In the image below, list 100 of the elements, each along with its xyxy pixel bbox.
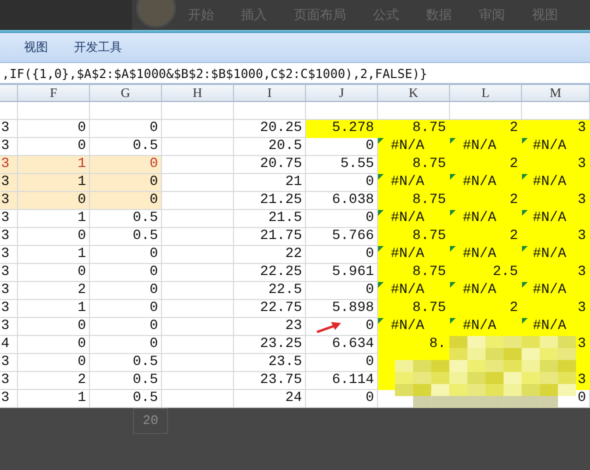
cell-text: #N/A	[390, 318, 424, 334]
cell-text: 3	[578, 264, 586, 280]
cell-text: 0	[78, 192, 86, 208]
cell-text: 0	[150, 156, 158, 172]
cell-text: 0.5	[132, 138, 158, 154]
cell-text: 1	[78, 246, 86, 262]
cell-text: 0	[78, 336, 86, 352]
cell-text: 0	[578, 390, 586, 406]
cell-text: 20.25	[260, 120, 302, 136]
cell-text: 1	[78, 210, 86, 226]
table-cell	[162, 102, 234, 120]
cell-text: #N/A	[532, 138, 566, 154]
cell-text: 3	[578, 192, 586, 208]
cell-text: #N/A	[462, 246, 496, 262]
cell-text: 3	[1, 192, 10, 208]
cell-text: #N/A	[532, 282, 566, 298]
cell-text: 2	[510, 228, 518, 244]
cell-text: 1	[78, 300, 86, 316]
cell-text: 6.634	[332, 336, 374, 352]
column-header[interactable]: H	[162, 85, 234, 102]
cell-text: 6.038	[332, 192, 374, 208]
cell-text: 5.961	[332, 264, 374, 280]
row-label: 20	[133, 408, 168, 434]
column-header[interactable]: K	[378, 85, 450, 102]
cell-text: #N/A	[462, 318, 496, 334]
cell-text: 22	[285, 246, 302, 262]
ribbon-tab[interactable]: 视图	[24, 39, 48, 56]
cell-text: 3	[1, 138, 10, 154]
cell-text: 3	[1, 174, 10, 190]
cell-text: #N/A	[390, 282, 424, 298]
ribbon-tab[interactable]: 开发工具	[74, 39, 122, 56]
cell-text: #N/A	[462, 282, 496, 298]
cell-text: 8.75	[412, 120, 446, 136]
cell-text: 8.75	[412, 300, 446, 316]
cell-text: 23	[285, 318, 302, 334]
column-header[interactable]: F	[18, 85, 90, 102]
cell-text: #N/A	[532, 246, 566, 262]
cell-text: 2	[510, 156, 518, 172]
cell-text: 3	[1, 264, 10, 280]
cell-text: 3	[578, 300, 586, 316]
cell-text: 8.75	[412, 228, 446, 244]
column-header[interactable]: J	[306, 85, 378, 102]
cell-text: 0	[150, 192, 158, 208]
cell-text: 3	[578, 156, 586, 172]
formula-text: ,IF({1,0},$A$2:$A$1000&$B$2:$B$1000,C$2:C$1000),2,FALSE)}	[2, 66, 428, 80]
cell-text: 5.55	[340, 156, 374, 172]
cell-text: 0	[366, 210, 374, 226]
cell-text: 3	[1, 354, 10, 370]
cell-text: 0.5	[132, 228, 158, 244]
cell-text: 0	[150, 300, 158, 316]
cell-text: 0	[78, 228, 86, 244]
cell-text: 3	[1, 372, 10, 388]
cell-text: 3	[1, 318, 10, 334]
cell-text: 0	[78, 264, 86, 280]
cell-text: 8.75	[412, 192, 446, 208]
cell-text: 0	[150, 282, 158, 298]
cell-text: #N/A	[532, 174, 566, 190]
cell-text: 0	[366, 282, 374, 298]
cell-text: 0	[150, 174, 158, 190]
cell-text: 6.114	[332, 372, 374, 388]
cell-text: 8.75	[412, 264, 446, 280]
table-cell	[450, 102, 522, 120]
cell-text: #N/A	[390, 246, 424, 262]
cell-text: 3	[1, 390, 10, 406]
cell-text: 2	[510, 192, 518, 208]
arrow-annotation	[316, 321, 342, 334]
cell-text: 21.25	[260, 192, 302, 208]
cell-text: #N/A	[390, 210, 424, 226]
column-header[interactable]: I	[234, 85, 306, 102]
cell-text: 0	[150, 120, 158, 136]
cell-text: 0	[78, 318, 86, 334]
cell-text: 3	[578, 372, 586, 388]
cell-text: 3	[1, 156, 10, 172]
column-header[interactable]: G	[90, 85, 162, 102]
cell-text: #N/A	[390, 174, 424, 190]
cell-text: 3	[1, 282, 10, 298]
cell-text: 23.75	[260, 372, 302, 388]
cell-text: 0	[366, 174, 374, 190]
cell-text: 0	[78, 120, 86, 136]
column-header[interactable]: M	[522, 85, 590, 102]
cell-text: 0	[366, 246, 374, 262]
cell-text: 21	[285, 174, 302, 190]
cell-text: 0	[78, 354, 86, 370]
cell-text: 0.5	[132, 390, 158, 406]
table-cell	[306, 102, 378, 120]
cell-text: 1	[78, 390, 86, 406]
column-header[interactable]: L	[450, 85, 522, 102]
cell-text: 8.75	[412, 156, 446, 172]
formula-bar[interactable]: ,IF({1,0},$A$2:$A$1000&$B$2:$B$1000,C$2:C$1000),2,FALSE)}	[0, 63, 590, 85]
cell-text: 0	[150, 246, 158, 262]
cell-text: 3	[1, 210, 10, 226]
table-cell	[522, 102, 590, 120]
cell-text: 22.5	[268, 282, 302, 298]
cell-text: 2	[510, 120, 518, 136]
cell-text: #N/A	[462, 174, 496, 190]
cell-text: 0	[366, 354, 374, 370]
cell-text: 3	[578, 120, 586, 136]
cell-text: 0	[366, 138, 374, 154]
select-all-corner[interactable]	[0, 85, 18, 102]
cell-text: 0	[78, 138, 86, 154]
